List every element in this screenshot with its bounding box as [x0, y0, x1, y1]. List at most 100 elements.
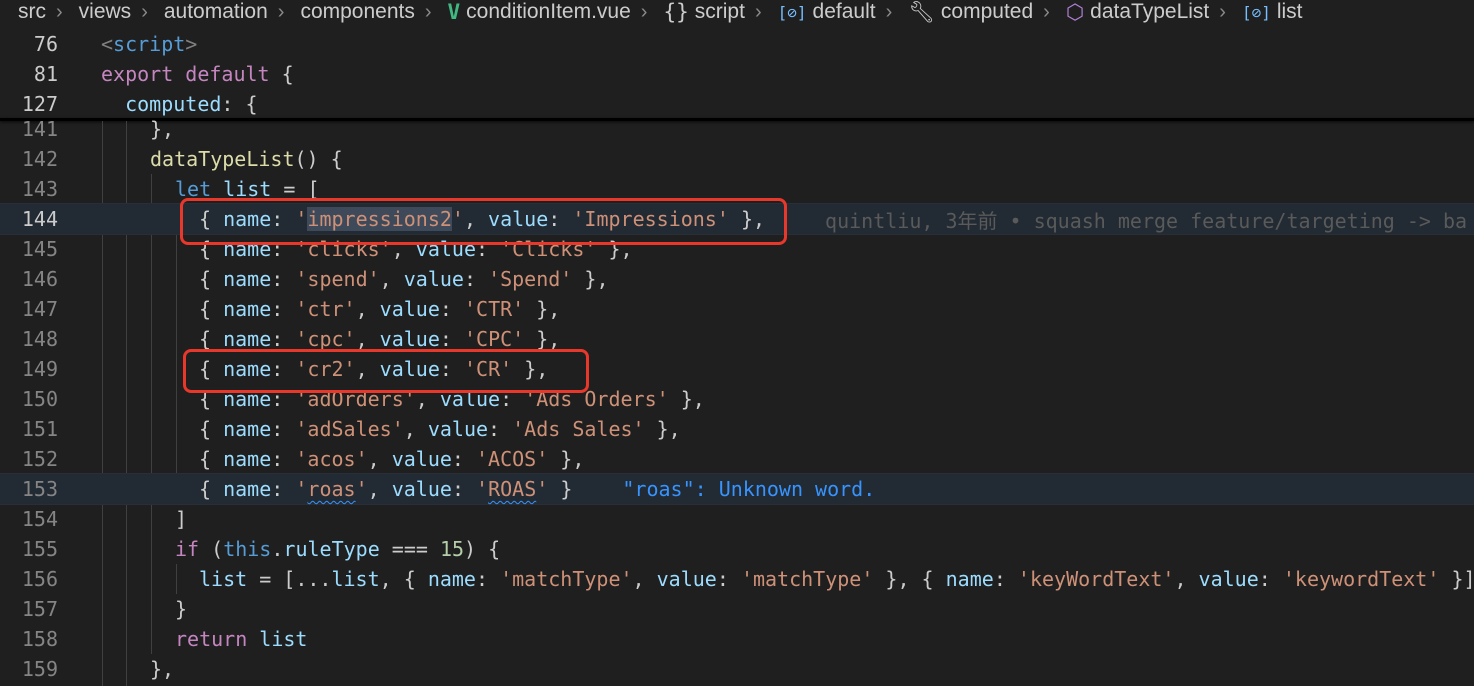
code-line-157[interactable]: 157 } [0, 594, 1474, 624]
breadcrumb: src › views › automation › components › Vcon… [0, 0, 1474, 24]
chevron-right-icon: › [1219, 0, 1226, 23]
string: 'ACOS' [476, 447, 549, 471]
code-line-156[interactable]: 156 list = [... list, { name: 'matchType'… [0, 564, 1474, 594]
line-number: 151 [21, 417, 58, 441]
punctuation: () { [294, 147, 343, 171]
string: 'acos' [295, 447, 368, 471]
property-key: name [223, 327, 272, 351]
property-key: value [391, 447, 452, 471]
misspelled-word: ROAS [488, 477, 537, 501]
string: 'ctr' [295, 297, 356, 321]
symbol-variable-icon: [⊘] [1241, 2, 1271, 22]
string: 'matchType' [740, 567, 874, 591]
braces-icon: {} [663, 0, 689, 24]
breadcrumb-item-file[interactable]: VconditionItem.vue › [432, 0, 648, 24]
line-number: 157 [21, 597, 58, 621]
breadcrumb-label: conditionItem.vue [466, 0, 631, 23]
string: 'keywordText' [1282, 567, 1440, 591]
code-line-147[interactable]: 147 { name: 'ctr', value: 'CTR' }, [0, 294, 1474, 324]
breadcrumb-label: dataTypeList [1090, 0, 1210, 23]
vue-icon: V [447, 0, 461, 24]
symbol-variable-icon: [⊘] [777, 2, 807, 22]
variable: list [199, 567, 248, 591]
line-number: 153 [21, 477, 58, 501]
code-line-152[interactable]: 152 { name: 'acos', value: 'ACOS' }, [0, 444, 1474, 474]
chevron-right-icon: › [1043, 0, 1050, 23]
breadcrumb-item-list[interactable]: [⊘] list [1226, 0, 1303, 24]
punctuation: }, [150, 657, 175, 681]
cube-icon: ⬡ [1065, 0, 1085, 24]
breadcrumb-label: list [1276, 0, 1303, 23]
string: 'matchType' [500, 567, 633, 591]
property-key: value [379, 327, 440, 351]
punctuation: } [175, 597, 188, 621]
chevron-right-icon: › [754, 0, 762, 23]
tag-bracket: < [101, 32, 114, 56]
property-key: name [223, 267, 272, 291]
code-line-153[interactable]: 153 { name: ' roas ', value: ' ROAS ' } "roas… [0, 473, 1474, 505]
highlight-box-cr2 [183, 349, 589, 393]
chevron-right-icon: › [141, 0, 148, 23]
code-line-159[interactable]: 159 }, [0, 654, 1474, 684]
breadcrumb-item-components[interactable]: components › [284, 0, 431, 24]
line-number: 76 [33, 32, 58, 56]
line-number: 145 [21, 237, 58, 261]
breadcrumb-item-src[interactable]: src › [0, 0, 63, 24]
line-number: 144 [21, 207, 58, 231]
breadcrumb-label: src [18, 0, 46, 23]
line-number: 155 [21, 537, 58, 561]
tag-name: script [113, 32, 186, 56]
breadcrumb-item-automation[interactable]: automation › [148, 0, 285, 24]
sticky-line-81[interactable]: 81 export default { [0, 59, 1474, 89]
code-line-141[interactable]: 141 }, [0, 114, 1474, 144]
variable: list [331, 567, 380, 591]
wrench-icon: 🔧︎ [908, 0, 935, 24]
property-key: value [427, 417, 489, 441]
code-line-158[interactable]: 158 return list [0, 624, 1474, 654]
line-number: 146 [21, 267, 58, 291]
keyword: default [173, 62, 270, 86]
string: 'CTR' [463, 297, 525, 321]
line-number: 152 [21, 447, 58, 471]
keyword-this: this [223, 537, 272, 561]
line-number: 149 [21, 357, 58, 381]
function-name: dataTypeList [150, 147, 295, 171]
line-number: 141 [21, 117, 58, 141]
sticky-line-76[interactable]: 76 < script > [0, 29, 1474, 59]
line-number: 147 [21, 297, 58, 321]
breadcrumb-label: default [812, 0, 876, 23]
code-line-155[interactable]: 155 if (this. ruleType === 15) { [0, 534, 1474, 564]
keyword: if [175, 537, 200, 561]
chevron-right-icon: › [277, 0, 285, 23]
breadcrumb-item-views[interactable]: views › [63, 0, 148, 24]
line-number: 127 [21, 92, 58, 116]
punctuation: : { [221, 92, 258, 116]
string: 'cpc' [295, 327, 356, 351]
property-key: value [379, 297, 440, 321]
line-number: 150 [21, 387, 58, 411]
breadcrumb-item-datatypelist[interactable]: ⬡ dataTypeList › [1050, 0, 1226, 24]
code-line-146[interactable]: 146 { name: 'spend', value: 'Spend' }, [0, 264, 1474, 294]
breadcrumb-item-default[interactable]: [⊘] default › [762, 0, 893, 24]
chevron-right-icon: › [56, 0, 63, 23]
punctuation: { [269, 62, 294, 86]
breadcrumb-label: components [300, 0, 415, 23]
breadcrumb-item-script[interactable]: {} script › [647, 0, 761, 24]
line-number: 159 [21, 657, 58, 681]
property-key: name [223, 297, 272, 321]
code-line-142[interactable]: 142 dataTypeList() { [0, 144, 1474, 174]
code-text: }, [150, 117, 175, 141]
breadcrumb-item-computed[interactable]: 🔧︎ computed › [892, 0, 1050, 24]
property-key: name [223, 447, 272, 471]
code-line-154[interactable]: 154 ] [0, 504, 1474, 534]
punctuation: ] [175, 507, 188, 531]
keyword: export [101, 62, 174, 86]
property: ruleType [283, 537, 380, 561]
string: 'adSales' [295, 417, 404, 441]
property-key: name [223, 477, 272, 501]
code-line-151[interactable]: 151 { name: 'adSales', value: 'Ads Sales… [0, 414, 1474, 444]
line-number: 148 [21, 327, 58, 351]
chevron-right-icon: › [424, 0, 432, 23]
line-number: 154 [21, 507, 58, 531]
string: 'keyWordText' [1017, 567, 1175, 591]
